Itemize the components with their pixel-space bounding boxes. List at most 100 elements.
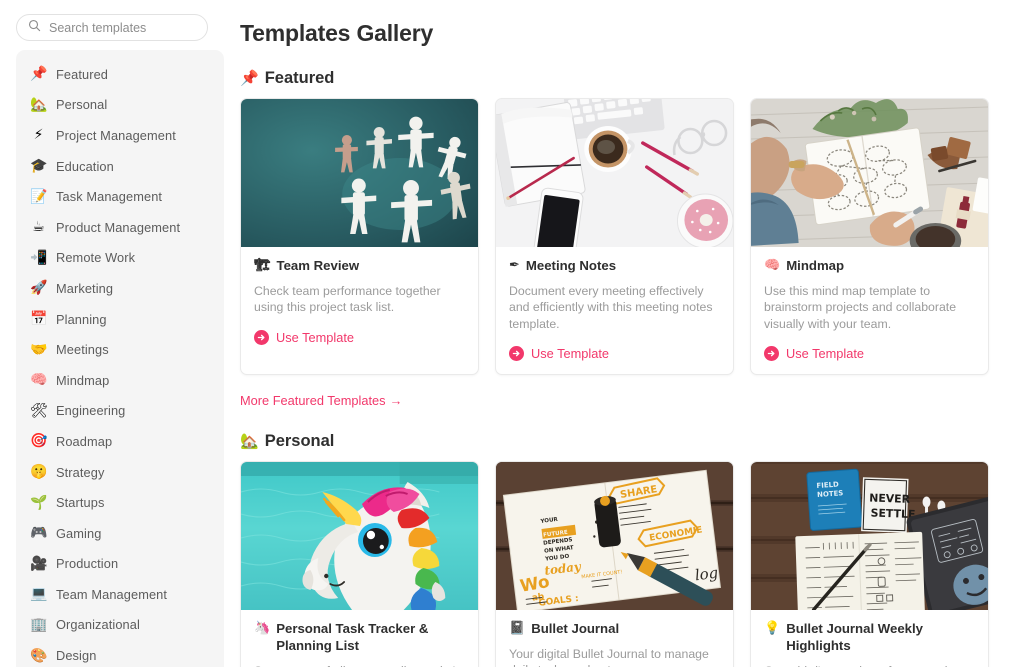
section-header-featured: 📌 Featured: [240, 69, 1004, 88]
house-garden-icon: 🏡: [240, 431, 259, 450]
movie-camera-icon: 🎥: [30, 555, 48, 572]
template-card[interactable]: FIELD NOTES NEVER SETTLE 💡 Bullet Journa…: [750, 460, 989, 667]
sidebar-item-label: Design: [56, 648, 97, 664]
sidebar-item-organizational[interactable]: 🏢 Organizational: [16, 610, 224, 641]
page-title: Templates Gallery: [240, 20, 434, 46]
bullet-journal-lettering-photo: SHARE ECONOMIE Wo ab YOURFUTURE DEPENDSO…: [496, 461, 733, 610]
sidebar-item-label: Education: [56, 158, 114, 174]
use-template-link[interactable]: Use Template: [764, 345, 975, 361]
section-title: Featured: [264, 69, 335, 87]
card-description: Document every meeting effectively and e…: [509, 283, 713, 331]
sidebar-item-marketing[interactable]: 🚀 Marketing: [16, 273, 224, 304]
rocket-icon: 🚀: [30, 280, 48, 297]
card-title: 🏗 Team Review: [254, 258, 465, 275]
mobile-arrow-icon: 📲: [30, 249, 48, 266]
memo-icon: 📝: [30, 188, 48, 205]
sidebar-item-startups[interactable]: 🌱 Startups: [16, 487, 224, 518]
sections-root: 📌 Featured 🏗 Team Review Check team perform…: [240, 69, 1004, 667]
sidebar-item-roadmap[interactable]: 🎯 Roadmap: [16, 426, 224, 457]
handshake-icon: 🤝: [30, 341, 48, 358]
sidebar-item-label: Project Management: [56, 127, 176, 143]
sidebar-item-label: Marketing: [56, 280, 114, 296]
unicorn-icon: 🦄: [254, 620, 271, 636]
sidebar-item-label: Engineering: [56, 403, 126, 419]
arrow-right-circle-icon: [254, 329, 269, 345]
lightning-icon: ⚡: [33, 127, 44, 144]
card-body: 📓 Bullet Journal Your digital Bullet Journ…: [496, 610, 733, 667]
more-featured-templates-link[interactable]: More Featured Templates →: [240, 393, 402, 408]
pushpin-icon: 📌: [240, 69, 259, 87]
game-controller-icon: 🎮: [30, 525, 48, 542]
sidebar-item-project-management[interactable]: ⚡ Project Management: [16, 120, 224, 151]
sidebar-item-label: Mindmap: [56, 372, 110, 388]
sidebar-item-label: Team Management: [56, 586, 168, 602]
sidebar-item-personal[interactable]: 🏡 Personal: [16, 90, 224, 121]
arrow-right-circle-icon: [509, 345, 524, 361]
sidebar-item-label: Gaming: [56, 525, 102, 541]
card-body: 💡 Bullet Journal Weekly Highlights Get a b…: [751, 610, 988, 667]
sidebar-item-mindmap[interactable]: 🧠 Mindmap: [16, 365, 224, 396]
sidebar-item-task-management[interactable]: 📝 Task Management: [16, 181, 224, 212]
sidebar-item-design[interactable]: 🎨 Design: [16, 640, 224, 667]
brain-icon: 🧠: [30, 372, 48, 389]
sidebar-item-team-management[interactable]: 💻 Team Management: [16, 579, 224, 610]
sidebar-item-engineering[interactable]: 🛠 Engineering: [16, 396, 224, 427]
card-title-text: Mindmap: [786, 258, 845, 273]
sidebar-item-label: Organizational: [56, 617, 140, 633]
sidebar-item-product-management[interactable]: ☕ Product Management: [16, 212, 224, 243]
category-list: 📌 Featured 🏡 Personal ⚡ Project Management 🎓 Ed…: [16, 50, 224, 667]
sidebar-item-label: Featured: [56, 66, 109, 82]
search-container: [0, 0, 224, 50]
use-template-label: Use Template: [531, 345, 610, 361]
sidebar-item-production[interactable]: 🎥 Production: [16, 549, 224, 580]
sidebar-item-meetings[interactable]: 🤝 Meetings: [16, 334, 224, 365]
house-garden-icon: 🏡: [30, 96, 48, 113]
use-template-label: Use Template: [276, 329, 355, 345]
template-card[interactable]: SHARE ECONOMIE Wo ab YOURFUTURE DEPENDSO…: [495, 460, 734, 667]
sidebar-item-education[interactable]: 🎓 Education: [16, 151, 224, 182]
card-body: 🦄 Personal Task Tracker & Planning List St…: [241, 610, 478, 667]
sidebar-item-label: Startups: [56, 495, 105, 511]
laptop-icon: 💻: [30, 586, 48, 603]
card-title: 🦄 Personal Task Tracker & Planning List: [254, 621, 465, 655]
more-link-label: More Featured Templates: [240, 392, 386, 408]
sidebar-item-remote-work[interactable]: 📲 Remote Work: [16, 243, 224, 274]
card-row: 🏗 Team Review Check team performance toget…: [240, 98, 1004, 375]
sidebar-item-label: Personal: [56, 97, 108, 113]
sidebar-item-planning[interactable]: 📅 Planning: [16, 304, 224, 335]
use-template-link[interactable]: Use Template: [509, 345, 720, 361]
sidebar-item-featured[interactable]: 📌 Featured: [16, 59, 224, 90]
template-card[interactable]: ✒ Meeting Notes Document every meeting eff…: [495, 98, 734, 375]
card-title-text: Meeting Notes: [525, 258, 617, 273]
sidebar-item-strategy[interactable]: 🤫 Strategy: [16, 457, 224, 488]
pushpin-icon: 📌: [30, 66, 48, 83]
sidebar-item-label: Task Management: [56, 189, 163, 205]
card-description: Stay on top of all your pending tasks!: [254, 663, 465, 667]
arrow-right-icon: →: [389, 392, 403, 408]
sidebar-item-label: Roadmap: [56, 433, 113, 449]
card-title-text: Personal Task Tracker & Planning List: [276, 620, 429, 653]
search-box[interactable]: [16, 14, 208, 41]
construction-icon: 🏗: [254, 258, 271, 273]
card-description: Your digital Bullet Journal to manage da…: [509, 646, 709, 667]
card-body: ✒ Meeting Notes Document every meeting eff…: [496, 247, 733, 374]
template-card[interactable]: 🦄 Personal Task Tracker & Planning List St…: [240, 460, 479, 667]
search-input[interactable]: [49, 15, 196, 40]
templates-gallery-app: 📌 Featured 🏡 Personal ⚡ Project Management 🎓 Ed…: [0, 0, 1024, 667]
use-template-link[interactable]: Use Template: [254, 329, 465, 345]
template-card[interactable]: 🏗 Team Review Check team performance toget…: [240, 98, 479, 375]
svg-text:NEVER: NEVER: [869, 491, 911, 506]
person-drawing-mindmap-photo: [751, 99, 988, 247]
card-body: 🏗 Team Review Check team performance toget…: [241, 247, 478, 358]
sidebar-item-label: Remote Work: [56, 250, 136, 266]
card-title-text: Team Review: [276, 258, 360, 273]
sidebar-item-gaming[interactable]: 🎮 Gaming: [16, 518, 224, 549]
section-title: Personal: [264, 431, 335, 450]
lightbulb-icon: 💡: [764, 620, 781, 636]
search-icon: [28, 19, 41, 37]
card-description: Use this mind map template to brainstorm…: [764, 283, 957, 331]
arrow-right-circle-icon: [764, 345, 779, 361]
seedling-icon: 🌱: [30, 494, 48, 511]
template-card[interactable]: 🧠 Mindmap Use this mind map template to br…: [750, 98, 989, 375]
card-body: 🧠 Mindmap Use this mind map template to br…: [751, 247, 988, 374]
